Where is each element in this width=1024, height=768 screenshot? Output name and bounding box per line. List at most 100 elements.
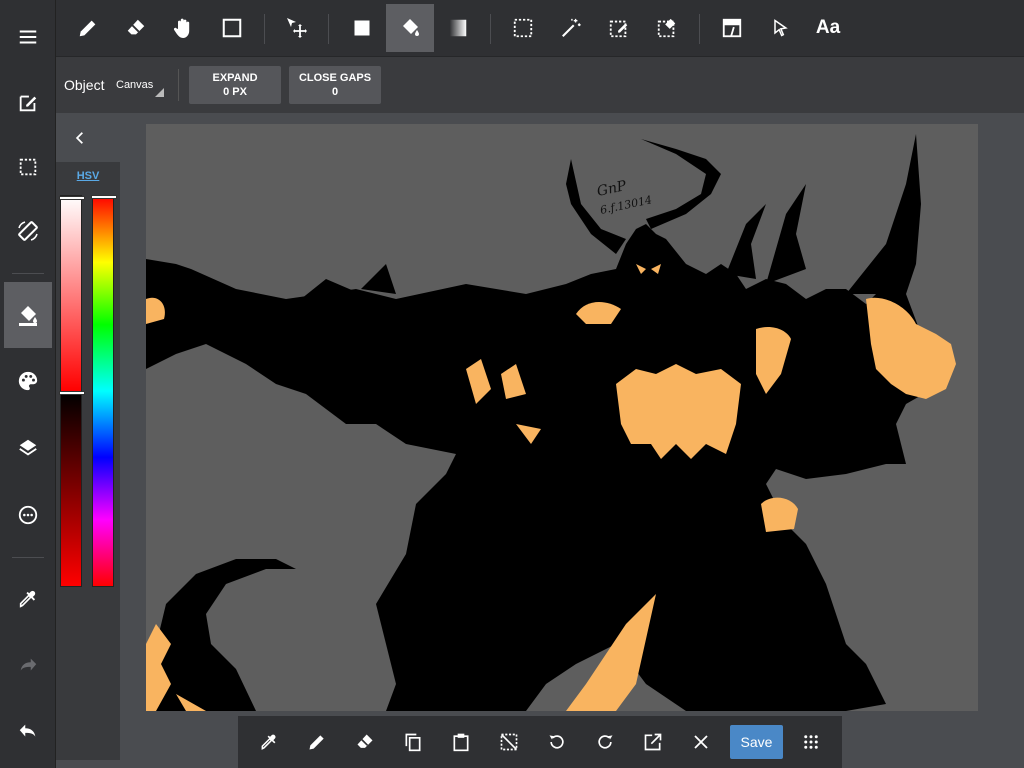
pointer-tool-button[interactable]	[756, 4, 804, 52]
text-icon: Aa	[815, 17, 841, 38]
edit-canvas-icon	[19, 95, 37, 112]
layers-icon	[19, 439, 37, 456]
rect-select-button[interactable]	[499, 4, 547, 52]
rotate-left-icon	[549, 735, 564, 749]
close-gaps-label: CLOSE GAPS	[298, 72, 372, 84]
expand-value: 0 PX	[223, 86, 247, 98]
hue-slider[interactable]	[91, 195, 117, 587]
shape-icon	[222, 18, 242, 38]
eyedropper-button[interactable]	[4, 566, 52, 632]
rotate-screen-icon	[18, 221, 38, 241]
expand-button[interactable]: EXPAND 0 PX	[189, 66, 281, 104]
export-button[interactable]	[631, 720, 675, 764]
deselect-button[interactable]	[487, 720, 531, 764]
selection-button[interactable]	[4, 134, 52, 200]
grid-menu-button[interactable]	[789, 720, 833, 764]
close-gaps-value: 0	[331, 86, 339, 98]
paste-icon	[453, 733, 469, 752]
dropdown-corner-icon	[155, 88, 164, 97]
magic-wand-button[interactable]	[547, 4, 595, 52]
top-toolbar: Aa	[56, 0, 1024, 57]
redo-button[interactable]	[4, 632, 52, 698]
bottom-eraser-button[interactable]	[343, 720, 387, 764]
paste-button[interactable]	[439, 720, 483, 764]
bottom-toolbar: Save	[238, 716, 842, 768]
lasso-select-button[interactable]	[595, 4, 643, 52]
more-options-button[interactable]	[4, 482, 52, 548]
undo-icon	[19, 724, 36, 737]
text-tool-button[interactable]: Aa	[804, 4, 852, 52]
rotate-right-icon	[598, 735, 613, 749]
fill-tool-button[interactable]	[4, 282, 52, 348]
canvas-area: GnP 6.f.13014	[56, 113, 1024, 768]
pencil-icon	[79, 20, 96, 37]
object-select[interactable]: Canvas	[114, 75, 164, 97]
eyedropper-icon	[19, 590, 36, 608]
hue-marker[interactable]	[91, 195, 117, 199]
chevron-left-icon	[75, 132, 83, 144]
export-icon	[644, 733, 662, 751]
pointer-icon	[774, 19, 788, 37]
hand-icon	[173, 18, 190, 38]
edit-canvas-button[interactable]	[4, 70, 52, 136]
gradient-icon	[449, 19, 467, 37]
rect-select-icon	[513, 18, 533, 38]
menu-icon	[19, 30, 37, 44]
eraser-tool-button[interactable]	[112, 4, 160, 52]
move-tool-button[interactable]	[272, 4, 320, 52]
bucket-tool-button[interactable]	[386, 4, 434, 52]
fill-color-button[interactable]	[338, 4, 386, 52]
close-icon	[694, 735, 708, 749]
expand-label: EXPAND	[212, 72, 258, 84]
frame-tool-button[interactable]	[708, 4, 756, 52]
fill-color-icon	[354, 20, 370, 36]
rotate-right-button[interactable]	[583, 720, 627, 764]
cancel-button[interactable]	[679, 720, 723, 764]
bucket-icon	[403, 19, 419, 36]
artwork-image: GnP 6.f.13014	[146, 134, 956, 711]
shape-tool-button[interactable]	[208, 4, 256, 52]
sv-middle-marker[interactable]	[59, 391, 85, 395]
more-options-icon	[18, 505, 38, 525]
select-eraser-icon	[657, 18, 676, 38]
pencil-icon	[309, 735, 324, 750]
pencil-tool-button[interactable]	[64, 4, 112, 52]
eraser-icon	[357, 734, 373, 748]
hsv-tab[interactable]: HSV	[56, 170, 120, 182]
rotate-screen-button[interactable]	[4, 198, 52, 264]
eraser-icon	[127, 19, 145, 35]
magic-wand-icon	[562, 18, 581, 37]
drawing-canvas[interactable]: GnP 6.f.13014	[146, 124, 978, 711]
left-sidebar	[0, 0, 56, 768]
object-label: Object	[64, 77, 105, 93]
deselect-icon	[500, 733, 518, 751]
bottom-eyedropper-button[interactable]	[247, 720, 291, 764]
tool-options-bar: Object Canvas EXPAND 0 PX CLOSE GAPS 0	[56, 57, 1024, 113]
move-icon	[287, 18, 307, 38]
copy-button[interactable]	[391, 720, 435, 764]
sv-top-marker[interactable]	[59, 196, 85, 200]
layers-button[interactable]	[4, 415, 52, 481]
frame-icon	[722, 18, 742, 38]
copy-icon	[405, 733, 421, 752]
collapse-panel-button[interactable]	[64, 124, 96, 152]
color-panel: HSV	[56, 162, 120, 760]
menu-button[interactable]	[4, 4, 52, 70]
hand-tool-button[interactable]	[160, 4, 208, 52]
signature-text: GnP	[596, 178, 629, 200]
gradient-tool-button[interactable]	[434, 4, 482, 52]
saturation-value-slider[interactable]	[59, 195, 85, 587]
rotate-left-button[interactable]	[535, 720, 579, 764]
redo-icon	[20, 658, 37, 671]
object-select-value: Canvas	[116, 79, 154, 91]
lasso-select-icon	[609, 20, 628, 38]
select-eraser-button[interactable]	[643, 4, 691, 52]
palette-button[interactable]	[4, 348, 52, 414]
bottom-pencil-button[interactable]	[295, 720, 339, 764]
close-gaps-button[interactable]: CLOSE GAPS 0	[289, 66, 381, 104]
palette-icon	[18, 371, 38, 391]
undo-button[interactable]	[4, 698, 52, 764]
selection-icon	[19, 158, 37, 176]
save-button[interactable]: Save	[730, 725, 783, 759]
fill-bucket-icon	[19, 306, 37, 326]
